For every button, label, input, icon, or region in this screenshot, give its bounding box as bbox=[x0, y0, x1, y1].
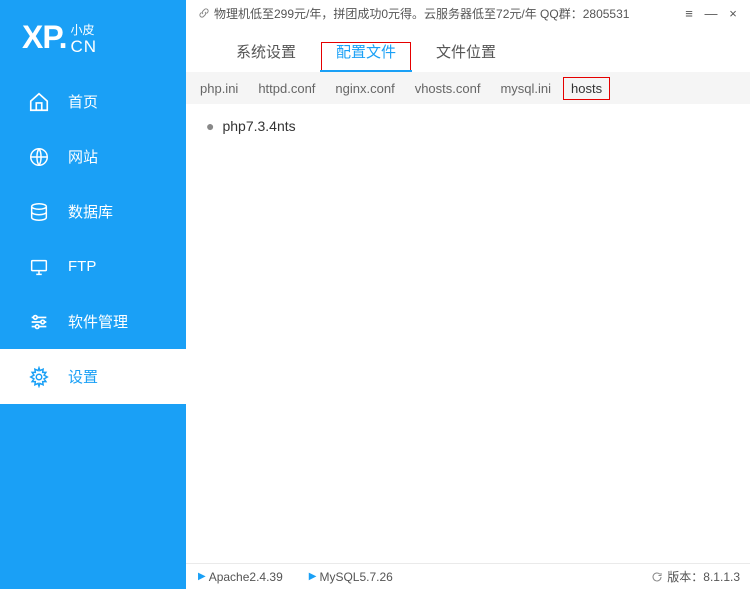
sidebar-item-label: 数据库 bbox=[68, 201, 113, 222]
sidebar-item-ftp[interactable]: FTP bbox=[0, 239, 186, 294]
sidebar-fill bbox=[0, 404, 186, 589]
minimize-button[interactable]: — bbox=[700, 6, 722, 21]
list-item-label: php7.3.4nts bbox=[222, 118, 295, 134]
tab-system-settings[interactable]: 系统设置 bbox=[220, 41, 312, 72]
titlebar: 物理机低至299元/年，拼团成功0元得。云服务器低至72元/年 QQ群：2805… bbox=[186, 0, 750, 26]
content-area: ● php7.3.4nts bbox=[186, 104, 750, 563]
database-icon bbox=[28, 201, 50, 223]
logo: XP. 小皮 CN bbox=[0, 0, 186, 74]
sidebar-item-database[interactable]: 数据库 bbox=[0, 184, 186, 239]
ftp-icon bbox=[28, 256, 50, 278]
pin-button[interactable]: ≡ bbox=[678, 6, 700, 21]
play-icon: ▶ bbox=[309, 571, 317, 582]
version-value: 8.1.1.3 bbox=[703, 570, 740, 584]
subtabs: php.ini httpd.conf nginx.conf vhosts.con… bbox=[186, 72, 750, 104]
sidebar-item-label: 网站 bbox=[68, 146, 98, 167]
sidebar-item-label: FTP bbox=[68, 258, 96, 275]
sidebar-item-label: 设置 bbox=[68, 366, 98, 387]
status-mysql[interactable]: ▶ MySQL5.7.26 bbox=[309, 570, 393, 584]
sidebar-item-settings[interactable]: 设置 bbox=[0, 349, 186, 404]
main: 物理机低至299元/年，拼团成功0元得。云服务器低至72元/年 QQ群：2805… bbox=[186, 0, 750, 589]
logo-small: 小皮 bbox=[70, 24, 97, 36]
main-tabs: 系统设置 配置文件 文件位置 bbox=[186, 26, 750, 72]
sidebar-item-home[interactable]: 首页 bbox=[0, 74, 186, 129]
bullet-icon: ● bbox=[206, 118, 214, 134]
sidebar-item-software[interactable]: 软件管理 bbox=[0, 294, 186, 349]
subtab-hosts[interactable]: hosts bbox=[563, 77, 610, 100]
sidebar-item-label: 软件管理 bbox=[68, 311, 128, 332]
subtab-nginx-conf[interactable]: nginx.conf bbox=[327, 77, 402, 100]
list-item[interactable]: ● php7.3.4nts bbox=[206, 118, 730, 134]
sidebar-item-label: 首页 bbox=[68, 91, 98, 112]
sidebar: XP. 小皮 CN 首页 网站 数据库 bbox=[0, 0, 186, 589]
logo-xp: XP. bbox=[22, 19, 66, 56]
statusbar: ▶ Apache2.4.39 ▶ MySQL5.7.26 版本： 8.1.1.3 bbox=[186, 563, 750, 589]
sliders-icon bbox=[28, 311, 50, 333]
status-mysql-label: MySQL5.7.26 bbox=[319, 570, 392, 584]
titlebar-text: 物理机低至299元/年，拼团成功0元得。云服务器低至72元/年 QQ群：2805… bbox=[214, 5, 629, 22]
home-icon bbox=[28, 91, 50, 113]
status-apache-label: Apache2.4.39 bbox=[209, 570, 283, 584]
tab-file-location[interactable]: 文件位置 bbox=[420, 41, 512, 72]
refresh-icon[interactable] bbox=[651, 571, 663, 583]
sidebar-item-web[interactable]: 网站 bbox=[0, 129, 186, 184]
play-icon: ▶ bbox=[198, 571, 206, 582]
link-icon bbox=[198, 7, 210, 19]
subtab-vhosts-conf[interactable]: vhosts.conf bbox=[407, 77, 489, 100]
tab-config-files[interactable]: 配置文件 bbox=[320, 41, 412, 72]
close-button[interactable]: × bbox=[722, 6, 744, 21]
gear-icon bbox=[28, 366, 50, 388]
globe-icon bbox=[28, 146, 50, 168]
subtab-php-ini[interactable]: php.ini bbox=[192, 77, 246, 100]
logo-cn: CN bbox=[70, 38, 97, 55]
version-label: 版本： bbox=[667, 568, 703, 585]
subtab-mysql-ini[interactable]: mysql.ini bbox=[492, 77, 559, 100]
subtab-httpd-conf[interactable]: httpd.conf bbox=[250, 77, 323, 100]
status-apache[interactable]: ▶ Apache2.4.39 bbox=[198, 570, 283, 584]
